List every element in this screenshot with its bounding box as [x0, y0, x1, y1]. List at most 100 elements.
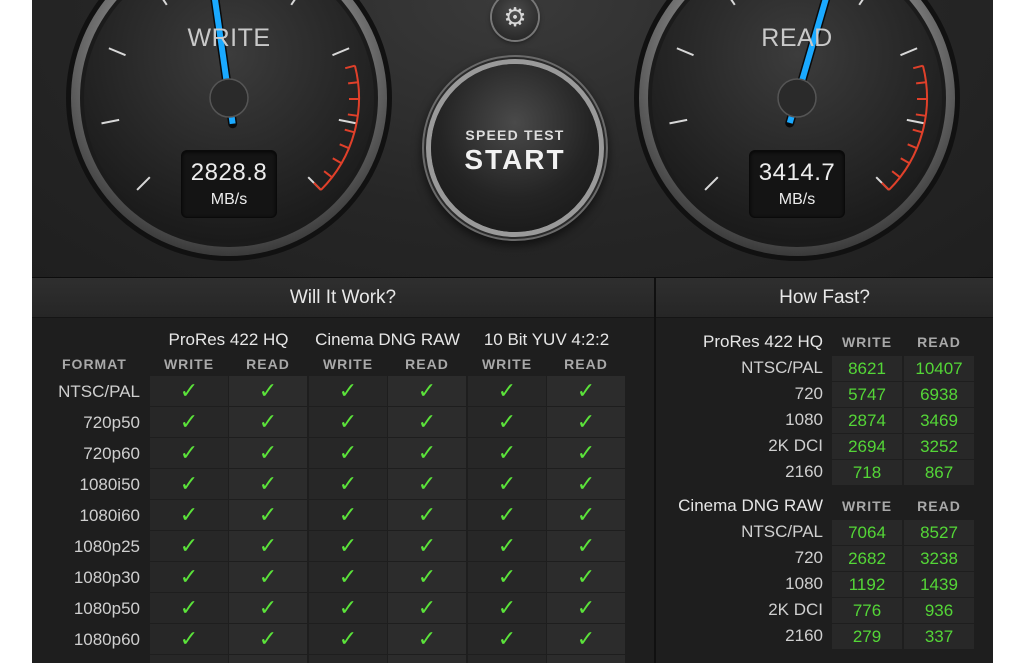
check-icon: ✓: [547, 655, 625, 663]
write-fps-value: 1192: [832, 572, 902, 597]
gauge-redline-tick: [915, 81, 927, 85]
format-label: 1080p25: [73, 537, 140, 556]
table-row: 1080p25 ✓ ✓ ✓ ✓ ✓ ✓: [32, 531, 626, 562]
check-icon: ✓: [388, 593, 466, 623]
read-fps-value: 936: [904, 598, 974, 623]
check-icon: ✓: [388, 562, 466, 592]
check-icon: ✓: [309, 376, 387, 406]
group-header: ProRes 422 HQ: [168, 330, 289, 349]
table-row: 1080p30 ✓ ✓ ✓ ✓ ✓ ✓: [32, 562, 626, 593]
start-button[interactable]: SPEED TEST START: [431, 64, 599, 232]
write-fps-value: 8621: [832, 356, 902, 381]
check-icon: ✓: [468, 438, 546, 468]
check-icon: ✓: [388, 624, 466, 654]
write-gauge-label: WRITE: [187, 24, 271, 52]
check-icon: ✓: [388, 500, 466, 530]
how-fast-title: How Fast?: [656, 278, 993, 318]
check-icon: ✓: [547, 376, 625, 406]
read-fps-value: 3469: [904, 408, 974, 433]
check-icon: ✓: [468, 655, 546, 663]
read-column-header: READ: [917, 498, 961, 514]
check-icon: ✓: [150, 407, 228, 437]
write-speed-unit: MB/s: [210, 191, 248, 208]
gauge-hub: [777, 78, 817, 118]
write-speed-value: 2828.8: [190, 159, 268, 186]
check-icon: ✓: [309, 593, 387, 623]
how-fast-format-label: 2160: [785, 626, 823, 645]
check-icon: ✓: [388, 655, 466, 663]
format-label: 720p50: [83, 413, 140, 432]
check-icon: ✓: [468, 562, 546, 592]
check-icon: ✓: [229, 438, 307, 468]
gauge-panel: WRITE 2828.8 MB/s ⚙ SPEED TEST START REA…: [32, 0, 993, 278]
how-fast-section-title: Cinema DNG RAW: [678, 496, 823, 515]
read-column-header: READ: [564, 356, 608, 372]
read-fps-value: 867: [904, 460, 974, 485]
check-icon: ✓: [229, 469, 307, 499]
check-icon: ✓: [229, 593, 307, 623]
check-icon: ✓: [468, 624, 546, 654]
check-icon: ✓: [150, 500, 228, 530]
check-icon: ✓: [309, 469, 387, 499]
how-fast-format-label: 1080: [785, 574, 823, 593]
check-icon: ✓: [150, 562, 228, 592]
app-window: WRITE 2828.8 MB/s ⚙ SPEED TEST START REA…: [32, 0, 993, 663]
check-icon: ✓: [229, 531, 307, 561]
how-fast-format-label: 2160: [785, 462, 823, 481]
check-icon: ✓: [309, 655, 387, 663]
write-column-header: WRITE: [841, 498, 893, 514]
check-icon: ✓: [388, 407, 466, 437]
table-row: 1080p50 ✓ ✓ ✓ ✓ ✓ ✓: [32, 593, 626, 624]
group-header: 10 Bit YUV 4:2:2: [483, 330, 610, 349]
read-fps-value: 3238: [904, 546, 974, 571]
check-icon: ✓: [229, 407, 307, 437]
write-fps-value: 7064: [832, 520, 902, 545]
check-icon: ✓: [309, 562, 387, 592]
read-fps-value: 10407: [904, 356, 974, 381]
table-row: NTSC/PAL ✓ ✓ ✓ ✓ ✓ ✓: [32, 376, 626, 407]
write-fps-value: 5747: [832, 382, 902, 407]
read-fps-value: 1439: [904, 572, 974, 597]
check-icon: ✓: [388, 438, 466, 468]
check-icon: ✓: [150, 531, 228, 561]
how-fast-format-label: 1080: [785, 410, 823, 429]
check-icon: ✓: [547, 531, 625, 561]
check-icon: ✓: [468, 500, 546, 530]
write-fps-value: 2874: [832, 408, 902, 433]
table-row: ✓✓✓✓✓✓: [32, 655, 626, 663]
check-icon: ✓: [547, 562, 625, 592]
how-fast-format-label: 720: [794, 548, 823, 567]
check-icon: ✓: [547, 500, 625, 530]
write-fps-value: 776: [832, 598, 902, 623]
gauge-redline-tick: [347, 113, 358, 117]
format-label: 1080p60: [73, 630, 140, 649]
how-fast-format-label: 720: [794, 384, 823, 403]
check-icon: ✓: [229, 500, 307, 530]
will-it-work-title: Will It Work?: [32, 278, 654, 318]
read-fps-value: 337: [904, 624, 974, 649]
format-label: 1080p50: [73, 599, 140, 618]
start-button-label: START: [464, 144, 566, 175]
how-fast-table: ProRes 422 HQ WRITE READ NTSC/PAL 8621 10407 7…: [656, 318, 993, 663]
table-row: 720p60 ✓ ✓ ✓ ✓ ✓ ✓: [32, 438, 626, 469]
check-icon: ✓: [547, 624, 625, 654]
how-fast-format-label: NTSC/PAL: [741, 358, 823, 377]
read-speed-value: 3414.7: [758, 159, 836, 186]
read-column-header: READ: [246, 356, 290, 372]
read-speed-unit: MB/s: [778, 191, 816, 208]
read-gauge: READ 3414.7 MB/s: [632, 0, 962, 268]
check-icon: ✓: [388, 469, 466, 499]
how-fast-format-label: 2K DCI: [768, 436, 823, 455]
check-icon: ✓: [468, 407, 546, 437]
check-icon: ✓: [468, 469, 546, 499]
how-fast-format-label: NTSC/PAL: [741, 522, 823, 541]
check-icon: ✓: [309, 438, 387, 468]
write-column-header: WRITE: [163, 356, 215, 372]
check-icon: ✓: [150, 593, 228, 623]
settings-button[interactable]: ⚙: [492, 0, 538, 40]
table-row: 720p50 ✓ ✓ ✓ ✓ ✓ ✓: [32, 407, 626, 438]
how-fast-section-title: ProRes 422 HQ: [703, 332, 823, 351]
write-fps-value: 279: [832, 624, 902, 649]
will-it-work-table: FORMAT ProRes 422 HQ WRITE READ Cinema DNG …: [32, 318, 654, 663]
format-label: 1080i60: [79, 506, 140, 525]
